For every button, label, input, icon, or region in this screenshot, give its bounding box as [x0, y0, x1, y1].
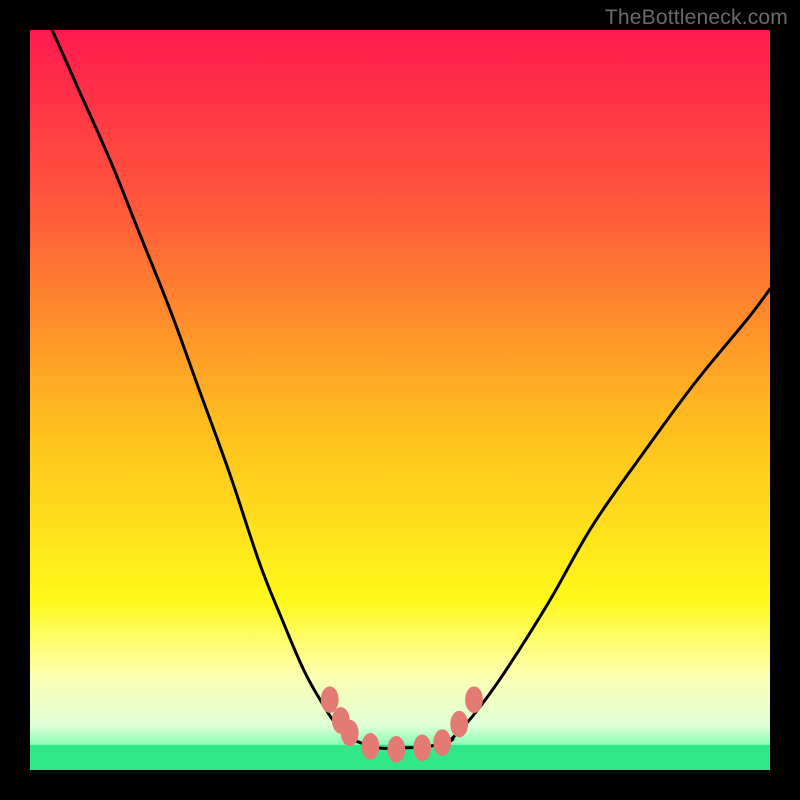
valley-marker [387, 736, 405, 763]
valley-marker [341, 720, 359, 747]
curve-layer [30, 30, 770, 770]
valley-marker [321, 686, 339, 713]
valley-marker [465, 686, 483, 713]
bottleneck-curve [52, 30, 770, 748]
watermark-text: TheBottleneck.com [605, 6, 788, 30]
valley-marker [413, 735, 431, 762]
valley-marker [450, 711, 468, 738]
plot-area [30, 30, 770, 770]
outer-frame: TheBottleneck.com [0, 0, 800, 800]
valley-marker [433, 729, 451, 756]
valley-marker [362, 733, 380, 760]
